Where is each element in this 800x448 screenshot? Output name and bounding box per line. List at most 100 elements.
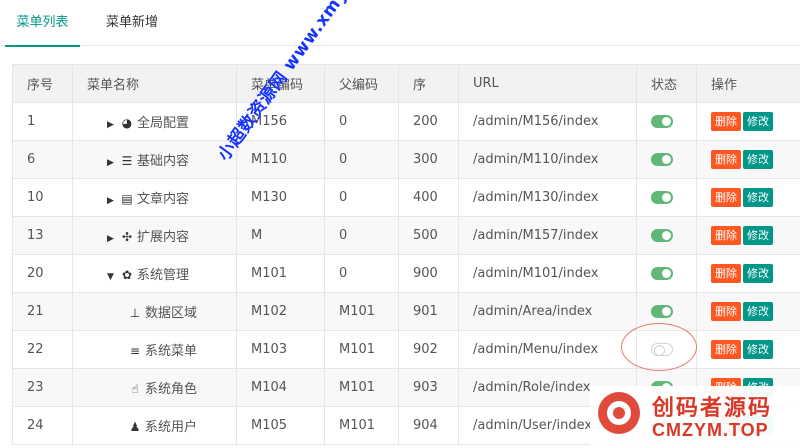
col-header-url: URL [458, 64, 637, 103]
cell-sort: 400 [398, 178, 459, 217]
delete-button[interactable]: 删除 [711, 264, 741, 283]
status-toggle[interactable] [651, 115, 673, 128]
caret-right-icon[interactable]: ▶ [107, 234, 119, 244]
delete-button[interactable]: 删除 [711, 226, 741, 245]
cell-name: ▶ ☰ 基础内容 [72, 140, 237, 179]
cell-actions: 删除修改 [696, 216, 800, 255]
cell-index: 24 [12, 406, 73, 445]
cell-code: M [236, 216, 325, 255]
cell-actions: 删除修改 [696, 102, 800, 141]
brand-name-en: CMZYM.TOP [652, 420, 769, 440]
status-toggle[interactable] [651, 229, 673, 242]
tree-node[interactable]: ▶ ✣ 扩展内容 [87, 230, 189, 245]
status-toggle[interactable] [651, 343, 673, 356]
tree-node[interactable]: ▶ ◕ 全局配置 [87, 116, 189, 131]
tree-node[interactable]: ⊥ 数据区域 [87, 306, 197, 321]
cell-code: M110 [236, 140, 325, 179]
cell-url: /admin/M101/index [458, 254, 637, 293]
col-header-actions: 操作 [696, 64, 800, 103]
menu-name-label: 全局配置 [137, 116, 190, 131]
cell-url: /admin/M110/index [458, 140, 637, 179]
status-toggle[interactable] [651, 153, 673, 166]
cell-url: /admin/Area/index [458, 292, 637, 331]
col-header-parent: 父编码 [324, 64, 399, 103]
cell-sort: 900 [398, 254, 459, 293]
caret-right-icon[interactable]: ▶ [107, 196, 119, 206]
delete-button[interactable]: 删除 [711, 150, 741, 169]
status-toggle[interactable] [651, 305, 673, 318]
edit-button[interactable]: 修改 [743, 150, 773, 169]
edit-button[interactable]: 修改 [743, 302, 773, 321]
cell-index: 22 [12, 330, 73, 369]
cell-parent: M101 [324, 368, 399, 407]
cell-parent: M101 [324, 292, 399, 331]
cell-index: 13 [12, 216, 73, 255]
cell-code: M102 [236, 292, 325, 331]
menu-name-label: 系统菜单 [145, 344, 198, 359]
cell-parent: 0 [324, 140, 399, 179]
cell-status [636, 330, 697, 369]
table-header-row: 序号 菜单名称 菜单编码 父编码 序 URL 状态 操作 [12, 64, 800, 103]
cell-code: M104 [236, 368, 325, 407]
menu-name-label: 系统角色 [145, 382, 198, 397]
brand-name-cn: 创码者源码 [652, 396, 773, 421]
cell-code: M156 [236, 102, 325, 141]
brand-watermark: 创码者源码 CMZYM.TOP [590, 386, 800, 448]
caret-right-icon[interactable]: ▶ [107, 158, 119, 168]
users-icon: ♟ [129, 420, 141, 434]
cell-status [636, 140, 697, 179]
tree-node[interactable]: ♟ 系统用户 [87, 420, 197, 435]
cell-status [636, 178, 697, 217]
cell-sort: 200 [398, 102, 459, 141]
col-header-name: 菜单名称 [72, 64, 237, 103]
delete-button[interactable]: 删除 [711, 188, 741, 207]
tree-node[interactable]: ▼ ✿ 系统管理 [87, 268, 189, 283]
cell-code: M105 [236, 406, 325, 445]
cell-name: ♟ 系统用户 [72, 406, 237, 445]
edit-button[interactable]: 修改 [743, 264, 773, 283]
cell-status [636, 292, 697, 331]
tab-menu-add[interactable]: 菜单新增 [106, 0, 166, 46]
cell-url: /admin/M130/index [458, 178, 637, 217]
cell-index: 20 [12, 254, 73, 293]
tree-node[interactable]: ▶ ▤ 文章内容 [87, 192, 189, 207]
caret-right-icon[interactable]: ▶ [107, 120, 119, 130]
cell-actions: 删除修改 [696, 254, 800, 293]
cell-parent: 0 [324, 254, 399, 293]
tab-menu-list[interactable]: 菜单列表 [5, 0, 80, 47]
delete-button[interactable]: 删除 [711, 302, 741, 321]
delete-button[interactable]: 删除 [711, 112, 741, 131]
tree-node[interactable]: ▶ ☰ 基础内容 [87, 154, 189, 169]
cell-index: 21 [12, 292, 73, 331]
cell-url: /admin/M157/index [458, 216, 637, 255]
cell-index: 23 [12, 368, 73, 407]
menu-name-label: 系统用户 [145, 420, 198, 435]
edit-button[interactable]: 修改 [743, 112, 773, 131]
table-row: 1 ▶ ◕ 全局配置 M156 0 200/admin/M156/index 删除 修改 [12, 102, 800, 141]
tree-node[interactable]: ≡ 系统菜单 [87, 344, 197, 359]
cell-actions: 删除修改 [696, 330, 800, 369]
gear-icon: ✿ [121, 268, 133, 282]
cell-name: ▼ ✿ 系统管理 [72, 254, 237, 293]
cell-sort: 902 [398, 330, 459, 369]
edit-button[interactable]: 修改 [743, 188, 773, 207]
cell-name: ≡ 系统菜单 [72, 330, 237, 369]
table-row: 13 ▶ ✣ 扩展内容 M 0 500/admin/M157/index 删除 修改 [12, 216, 800, 255]
edit-button[interactable]: 修改 [743, 226, 773, 245]
status-toggle[interactable] [651, 267, 673, 280]
caret-down-icon[interactable]: ▼ [107, 272, 119, 282]
edit-button[interactable]: 修改 [743, 340, 773, 359]
tree-node[interactable]: ☝ 系统角色 [87, 382, 197, 397]
col-header-sort: 序 [398, 64, 459, 103]
cell-index: 6 [12, 140, 73, 179]
cell-sort: 903 [398, 368, 459, 407]
cell-parent: M101 [324, 330, 399, 369]
cell-url: /admin/Menu/index [458, 330, 637, 369]
cell-sort: 500 [398, 216, 459, 255]
delete-button[interactable]: 删除 [711, 340, 741, 359]
cell-name: ▶ ◕ 全局配置 [72, 102, 237, 141]
status-toggle[interactable] [651, 191, 673, 204]
brand-logo-icon [598, 392, 640, 434]
cell-code: M101 [236, 254, 325, 293]
cell-parent: 0 [324, 102, 399, 141]
